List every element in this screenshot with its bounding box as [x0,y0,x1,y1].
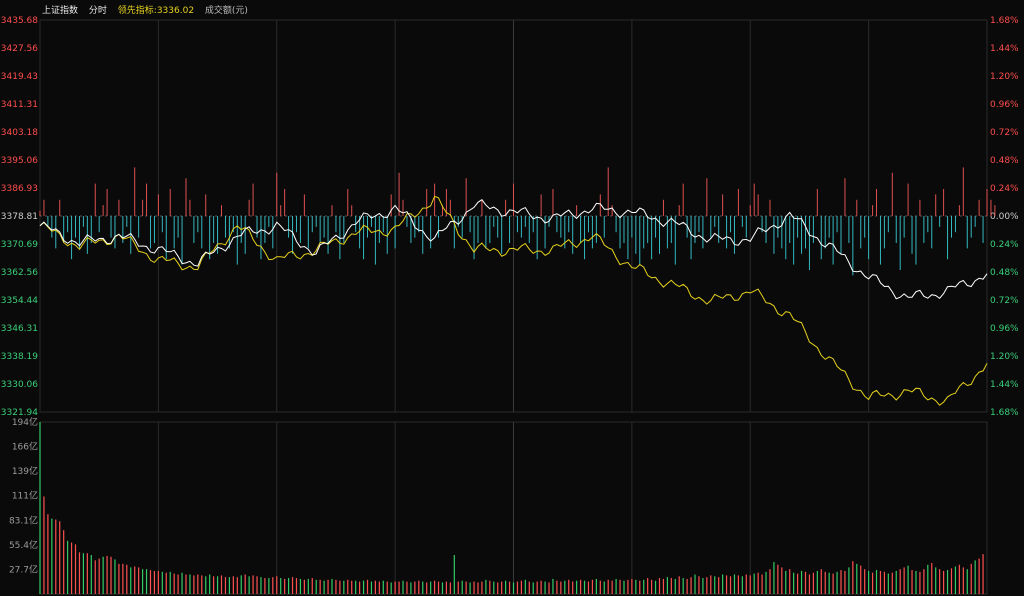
y-tick-right: 0.48% [990,268,1019,278]
volume-y-tick: 55.4亿 [9,539,38,551]
y-tick-right: 0.24% [990,184,1019,194]
y-tick-left: 3330.06 [1,380,38,390]
y-tick-right: 1.68% [990,16,1019,26]
y-tick-left: 3370.69 [1,240,38,250]
y-tick-right: 0.48% [990,156,1019,166]
y-tick-left: 3346.31 [1,324,38,334]
y-tick-right: 0.00% [990,212,1019,222]
y-tick-right: 0.96% [990,100,1019,110]
y-tick-right: 0.24% [990,240,1019,250]
y-tick-left: 3435.68 [1,16,38,26]
volume-y-tick: 194亿 [12,416,38,428]
y-tick-right: 1.44% [990,44,1019,54]
y-tick-left: 3403.18 [1,128,38,138]
y-tick-left: 3427.56 [1,44,38,54]
y-tick-left: 3411.31 [1,100,38,110]
y-tick-left: 3395.06 [1,156,38,166]
y-tick-left: 3362.56 [1,268,38,278]
y-tick-left: 3378.81 [1,212,38,222]
volume-y-tick: 111亿 [12,490,38,502]
y-tick-right: 0.96% [990,324,1019,334]
y-tick-right: 1.68% [990,408,1019,418]
volume-y-tick: 83.1亿 [9,514,38,526]
y-tick-left: 3338.19 [1,352,38,362]
y-tick-left: 3354.44 [1,296,38,306]
y-tick-right: 1.44% [990,380,1019,390]
volume-y-tick: 139亿 [12,465,38,477]
y-tick-left: 3321.94 [1,408,38,418]
y-tick-right: 1.20% [990,72,1019,82]
y-tick-left: 3386.93 [1,184,38,194]
y-tick-right: 1.20% [990,352,1019,362]
intraday-chart[interactable]: 3435.68 1.68% 3427.56 1.44% 3419.43 1.20% 3411… [0,0,1024,596]
y-tick-left: 3419.43 [1,72,38,82]
y-tick-right: 0.72% [990,296,1019,306]
y-tick-right: 0.72% [990,128,1019,138]
volume-y-tick: 27.7亿 [9,563,38,575]
volume-y-tick: 166亿 [12,441,38,453]
